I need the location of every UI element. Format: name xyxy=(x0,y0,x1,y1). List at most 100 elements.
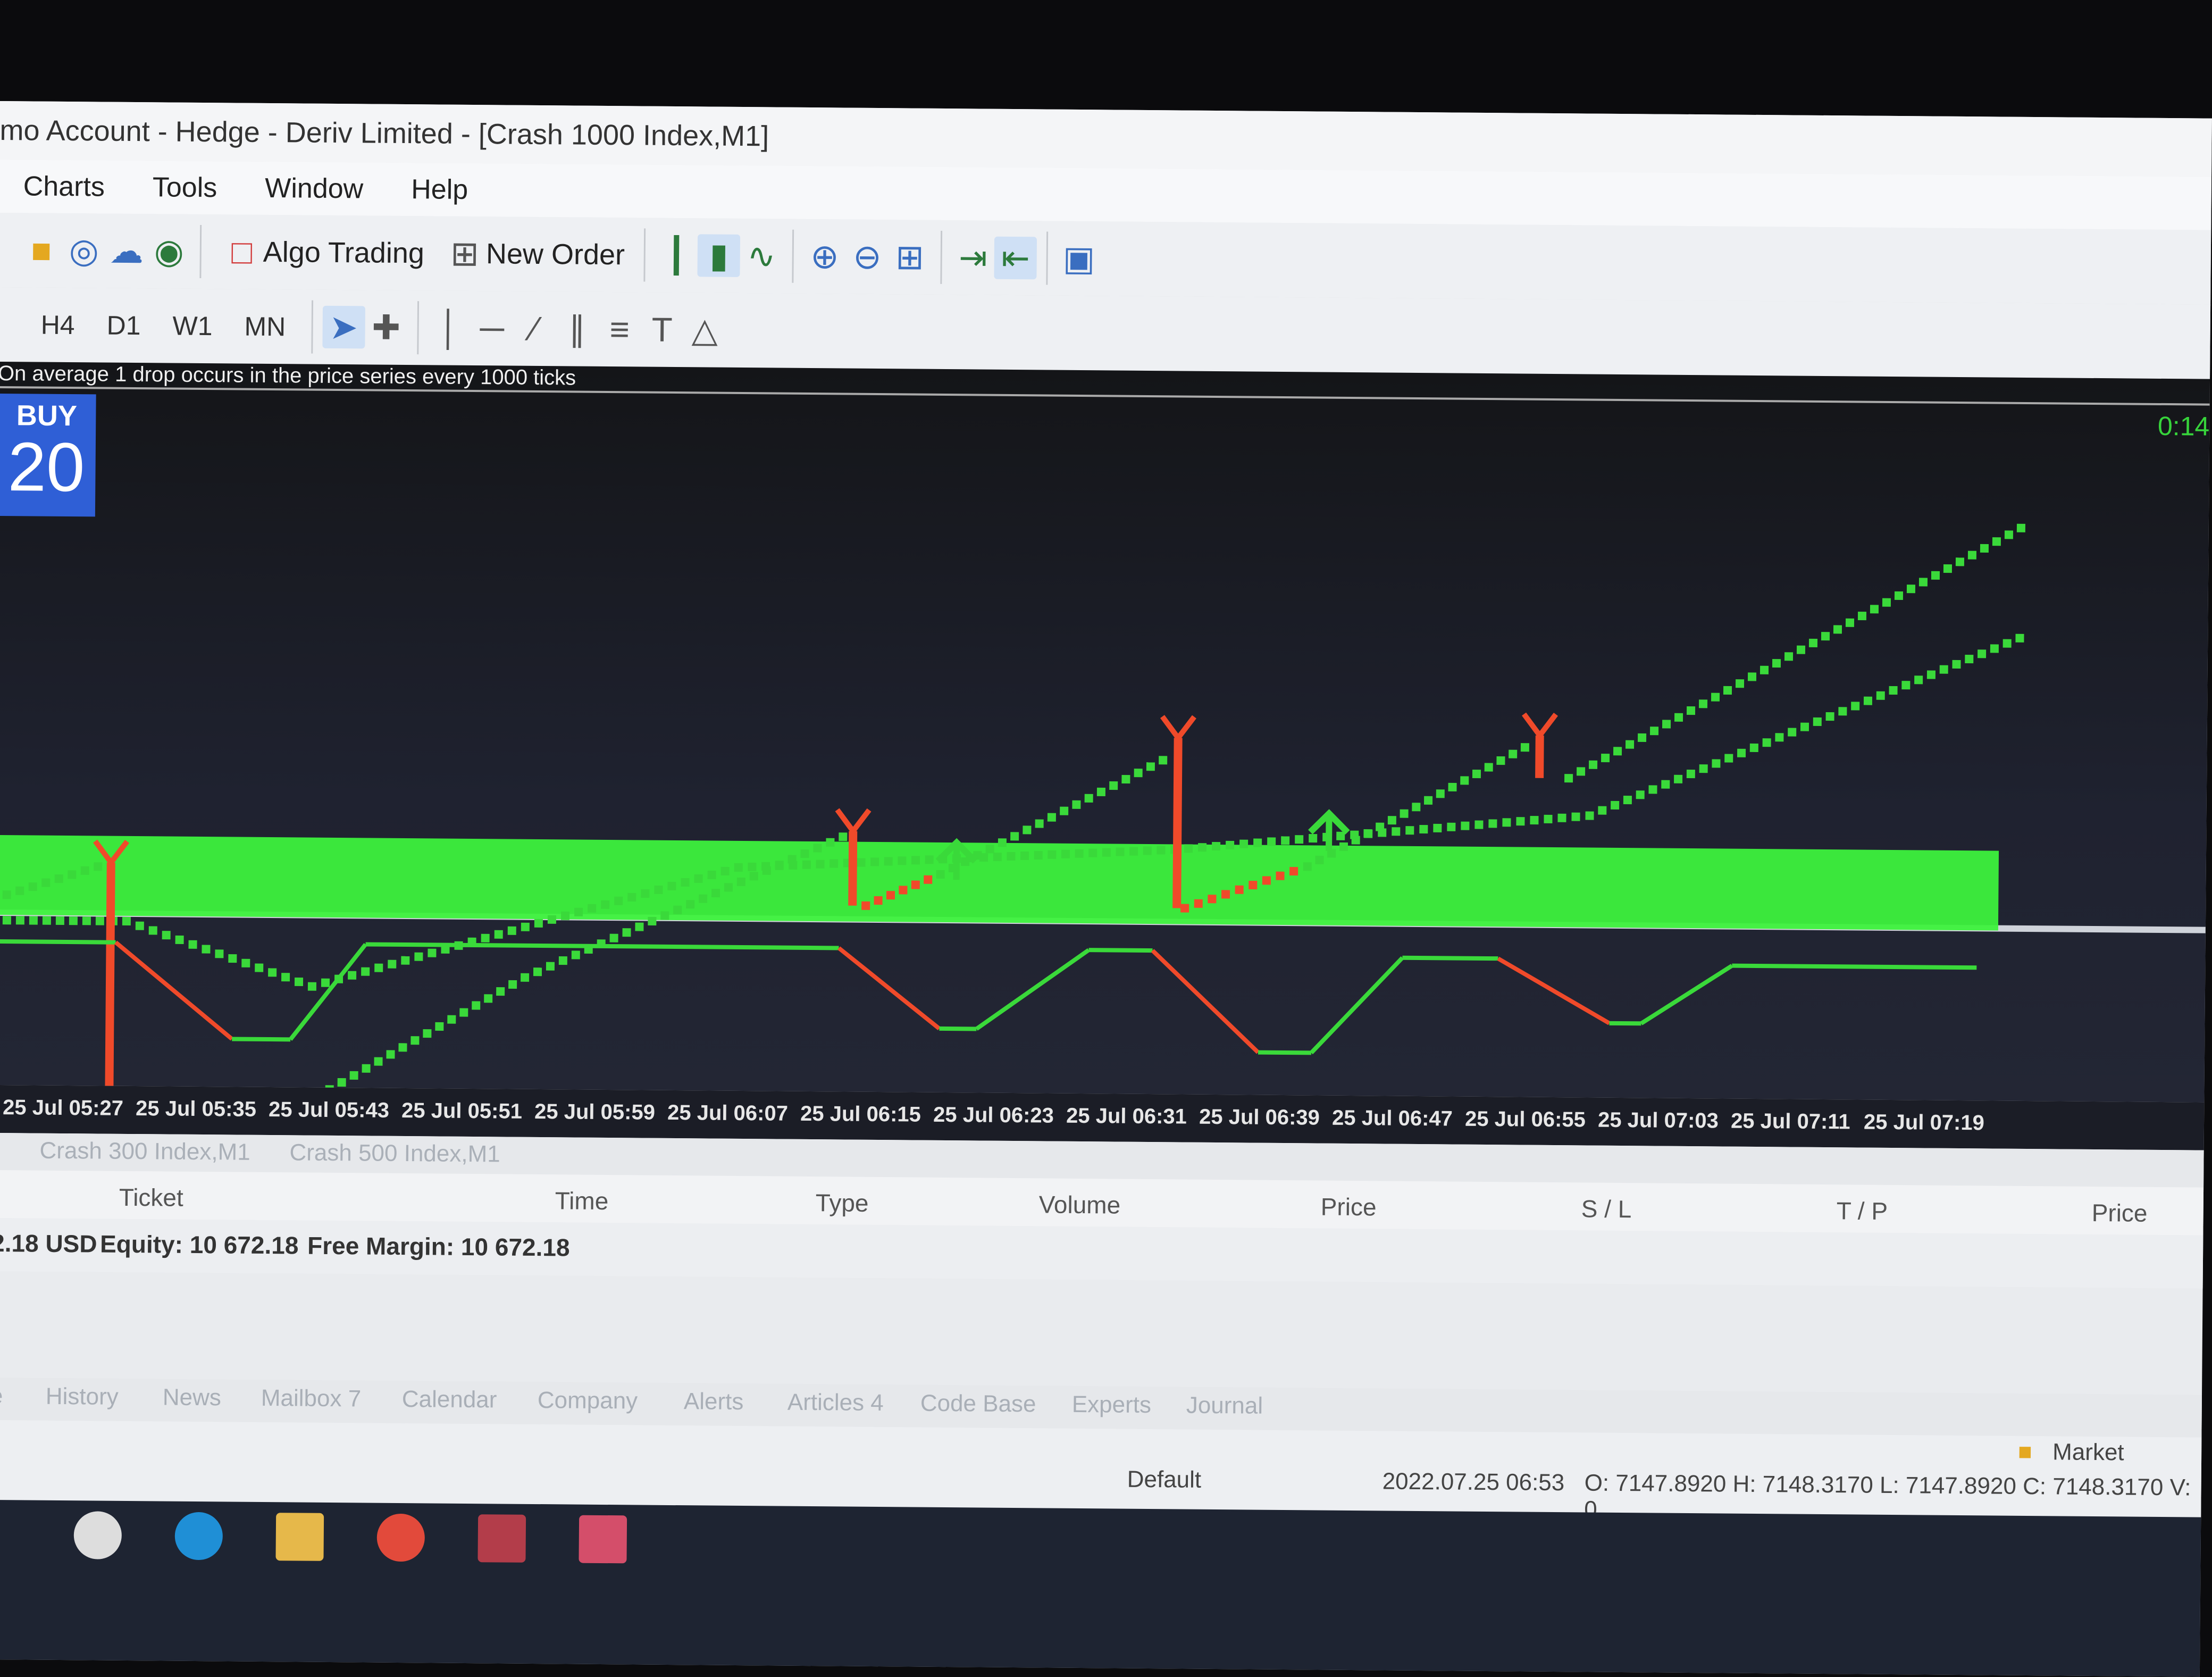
toolbox-tab-news[interactable]: News xyxy=(163,1384,221,1411)
time-axis-label: 25 Jul 06:15 xyxy=(800,1102,921,1127)
zoom-in-icon[interactable]: ⊕ xyxy=(803,235,847,278)
fibonacci-icon[interactable]: ≡ xyxy=(598,308,641,351)
tab-crash-300[interactable]: Crash 300 Index,M1 xyxy=(39,1138,250,1166)
toolbox-tab-experts[interactable]: Experts xyxy=(1072,1391,1152,1419)
cursor-icon[interactable]: ➤ xyxy=(322,306,365,349)
price-chart[interactable]: On average 1 drop occurs in the price se… xyxy=(0,362,2210,1103)
slow-trend-dot xyxy=(1034,851,1043,860)
toolbox-tab-journal[interactable]: Journal xyxy=(1186,1392,1263,1420)
horizontal-line-icon[interactable]: ─ xyxy=(471,307,514,350)
profile-name[interactable]: Default xyxy=(1127,1466,1202,1494)
text-icon[interactable]: T xyxy=(641,308,684,351)
signal-icon[interactable]: ◎ xyxy=(62,229,105,272)
fast-trend-dot xyxy=(1249,881,1257,889)
menu-window[interactable]: Window xyxy=(265,172,363,205)
fast-trend-dot xyxy=(15,887,24,895)
col-price[interactable]: Price xyxy=(1321,1192,1377,1222)
col-tp[interactable]: T / P xyxy=(1837,1196,1888,1225)
sell-arrow xyxy=(837,810,869,831)
fast-trend-dot xyxy=(94,862,102,871)
toolbar-separator xyxy=(311,301,313,354)
chart-shift-icon[interactable]: ⇤ xyxy=(994,237,1037,280)
shapes-icon[interactable]: △ xyxy=(683,308,726,352)
vps-icon[interactable]: ◉ xyxy=(147,230,190,273)
timeframe-mn[interactable]: MN xyxy=(244,311,286,343)
slow-trend-dot xyxy=(1636,790,1645,799)
timeframe-w1[interactable]: W1 xyxy=(172,311,212,342)
fast-trend-dot xyxy=(1472,770,1481,778)
toolbox-tab-calendar[interactable]: Calendar xyxy=(402,1386,497,1413)
crosshair-icon[interactable]: ✚ xyxy=(365,306,408,349)
menu-help[interactable]: Help xyxy=(411,173,468,206)
fast-trend-dot xyxy=(1262,876,1271,885)
timeframe-h4[interactable]: H4 xyxy=(40,310,74,341)
autoscroll-icon[interactable]: ⇥ xyxy=(952,236,995,279)
slow-trend-dot xyxy=(614,897,623,905)
toolbox-tab-history[interactable]: History xyxy=(46,1383,119,1411)
fast-trend-dot xyxy=(1564,774,1573,782)
grid-icon[interactable]: ⊞ xyxy=(889,236,932,279)
toolbox-tab-articles[interactable]: Articles 4 xyxy=(787,1389,884,1416)
col-time[interactable]: Time xyxy=(555,1186,609,1215)
slow-trend-dot xyxy=(1226,841,1234,849)
screenshot-icon[interactable]: ▣ xyxy=(1058,237,1101,280)
menu-tools[interactable]: Tools xyxy=(153,171,217,204)
toolbox-tab-mailbox[interactable]: Mailbox 7 xyxy=(261,1385,362,1412)
market-button[interactable]: Market xyxy=(2052,1439,2124,1466)
sell-arrow xyxy=(1162,716,1194,738)
new-order-button[interactable]: ⊞ New Order xyxy=(443,224,625,285)
folder-icon[interactable] xyxy=(275,1513,324,1561)
browser-icon[interactable] xyxy=(376,1514,425,1562)
line-chart-icon[interactable]: ∿ xyxy=(740,235,783,278)
candlestick-icon[interactable]: ▮ xyxy=(698,234,741,277)
edge-icon[interactable] xyxy=(174,1512,223,1561)
fast-trend-dot xyxy=(508,980,517,989)
algo-trading-label: Algo Trading xyxy=(263,236,425,270)
fast-trend-dot xyxy=(1601,754,1610,762)
vertical-line-icon[interactable]: │ xyxy=(428,306,471,349)
terminal-app-icon[interactable] xyxy=(477,1514,526,1563)
zoom-out-icon[interactable]: ⊖ xyxy=(846,236,889,279)
fast-trend-dot xyxy=(1448,783,1456,791)
slow-trend-dot xyxy=(241,959,250,967)
slow-trend-dot xyxy=(1253,839,1262,847)
col-current-price[interactable]: Price xyxy=(2091,1198,2147,1228)
col-ticket[interactable]: Ticket xyxy=(119,1183,183,1212)
fast-trend-dot xyxy=(1208,895,1216,903)
fast-trend-dot xyxy=(1289,867,1298,875)
channel-icon[interactable]: ∥ xyxy=(556,307,599,351)
cloud-icon[interactable]: ☁ xyxy=(105,230,148,273)
slow-trend-dot xyxy=(667,882,676,890)
toolbox-tab-code-base[interactable]: Code Base xyxy=(920,1390,1036,1418)
toolbox-tab-trade[interactable]: e xyxy=(0,1383,3,1409)
fast-trend-dot xyxy=(447,1015,456,1024)
col-type[interactable]: Type xyxy=(816,1188,869,1217)
slow-trend-dot xyxy=(1212,842,1220,850)
toolbox-tab-alerts[interactable]: Alerts xyxy=(684,1388,744,1415)
app-icon[interactable] xyxy=(579,1515,627,1564)
one-click-buy-button[interactable]: BUY 20 xyxy=(0,394,96,516)
fast-trend-dot xyxy=(1521,743,1529,752)
slow-trend-dot xyxy=(321,979,330,987)
slow-trend-dot xyxy=(202,945,210,953)
fast-trend-dot xyxy=(1424,796,1432,805)
slow-trend-dot xyxy=(361,967,370,976)
toolbox-tab-company[interactable]: Company xyxy=(538,1387,638,1414)
slow-trend-dot xyxy=(29,916,38,924)
col-sl[interactable]: S / L xyxy=(1581,1194,1632,1223)
col-volume[interactable]: Volume xyxy=(1039,1190,1121,1219)
slow-trend-dot xyxy=(82,916,91,925)
tab-crash-500[interactable]: Crash 500 Index,M1 xyxy=(289,1139,500,1167)
windows-taskbar xyxy=(0,1500,2201,1677)
timeframe-d1[interactable]: D1 xyxy=(106,310,140,341)
algo-trading-button[interactable]: □ Algo Trading xyxy=(220,222,424,282)
trendline-icon[interactable]: ∕ xyxy=(513,307,556,351)
time-axis-label: 25 Jul 06:55 xyxy=(1465,1107,1586,1132)
fast-trend-dot xyxy=(1980,544,1989,553)
bar-chart-icon[interactable]: ┃ xyxy=(655,234,698,277)
menu-charts[interactable]: Charts xyxy=(23,170,105,203)
slow-trend-dot xyxy=(1978,649,1986,658)
fast-trend-dot xyxy=(1023,825,1031,834)
chrome-icon[interactable] xyxy=(73,1511,122,1559)
market-icon[interactable]: ■ xyxy=(20,229,63,272)
